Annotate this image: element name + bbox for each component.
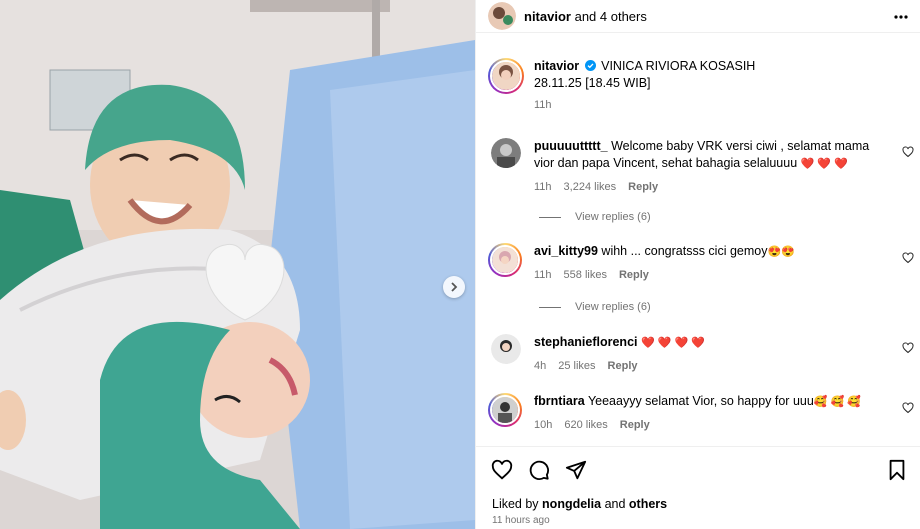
like-comment-heart-icon[interactable] bbox=[902, 402, 914, 414]
post-photo bbox=[0, 0, 475, 529]
caption-text-line2: 28.11.25 [18.45 WIB] bbox=[534, 76, 651, 90]
comment-likes[interactable]: 3,224 likes bbox=[564, 181, 617, 193]
comment-avatar[interactable] bbox=[488, 393, 522, 427]
comment-time: 11h bbox=[534, 181, 552, 193]
verified-badge-icon bbox=[584, 60, 596, 71]
comment-reply-button[interactable]: Reply bbox=[620, 419, 650, 431]
comment-username[interactable]: stephanieflorenci bbox=[534, 335, 638, 349]
save-bookmark-icon[interactable] bbox=[886, 459, 908, 481]
caption: nitavior VINICA RIVIORA KOSASIH 28.11.25… bbox=[488, 58, 908, 114]
comment-bubble-icon[interactable] bbox=[528, 459, 550, 481]
comment-emoji: ❤️ ❤️ ❤️ bbox=[800, 158, 848, 170]
comment-likes[interactable]: 620 likes bbox=[564, 419, 607, 431]
caption-avatar[interactable] bbox=[488, 58, 524, 94]
post-media[interactable] bbox=[0, 0, 475, 529]
view-replies-button[interactable]: View replies (6) bbox=[539, 211, 651, 223]
view-replies-label: View replies (6) bbox=[575, 301, 651, 313]
comment-username[interactable]: fbrntiara bbox=[534, 394, 585, 408]
comment-time: 10h bbox=[534, 419, 553, 431]
comment-reply-button[interactable]: Reply bbox=[628, 181, 658, 193]
more-options-icon[interactable] bbox=[893, 9, 909, 25]
share-paper-plane-icon[interactable] bbox=[565, 459, 587, 481]
author-avatar[interactable] bbox=[488, 2, 516, 30]
comment-item: puuuuuttttt_ Welcome baby VRK versi ciwi… bbox=[488, 138, 908, 196]
comment-time: 11h bbox=[534, 269, 552, 281]
header-collaborators[interactable]: and 4 others bbox=[575, 9, 647, 24]
comment-avatar[interactable] bbox=[491, 334, 521, 364]
comment-item: avi_kitty99 wihh ... congratsss cici gem… bbox=[488, 243, 908, 284]
post-actions: Liked by nongdelia and others 11 hours a… bbox=[476, 446, 920, 529]
like-comment-heart-icon[interactable] bbox=[902, 146, 914, 158]
comment-time: 4h bbox=[534, 360, 547, 372]
like-comment-heart-icon[interactable] bbox=[902, 342, 914, 354]
comment-emoji: ❤️ ❤️ ❤️ ❤️ bbox=[640, 337, 705, 349]
like-comment-heart-icon[interactable] bbox=[902, 252, 914, 264]
comment-username[interactable]: puuuuuttttt_ bbox=[534, 139, 608, 153]
caption-time: 11h bbox=[534, 99, 552, 111]
comment-emoji: 😍😍 bbox=[767, 246, 795, 258]
comment-reply-button[interactable]: Reply bbox=[619, 269, 649, 281]
post-header-title: nitavior and 4 others bbox=[524, 9, 647, 24]
comment-text: wihh ... congratsss cici gemoy bbox=[601, 244, 768, 258]
view-replies-button[interactable]: View replies (6) bbox=[539, 301, 651, 313]
comment-item: fbrntiara Yeeaayyy selamat Vior, so happ… bbox=[488, 393, 908, 434]
caption-username[interactable]: nitavior bbox=[534, 59, 579, 73]
comment-likes[interactable]: 558 likes bbox=[564, 269, 607, 281]
post-header: nitavior and 4 others bbox=[476, 0, 920, 33]
comment-emoji: 🥰 🥰 🥰 bbox=[813, 396, 861, 408]
comment-reply-button[interactable]: Reply bbox=[608, 360, 638, 372]
comment-avatar[interactable] bbox=[491, 138, 521, 168]
liked-by-user[interactable]: nongdelia bbox=[542, 497, 601, 511]
comment-text: Yeeaayyy selamat Vior, so happy for uuu bbox=[587, 394, 814, 408]
like-heart-icon[interactable] bbox=[491, 459, 513, 481]
chevron-right-icon bbox=[451, 282, 458, 292]
header-username[interactable]: nitavior bbox=[524, 9, 571, 24]
post-side-panel: nitavior and 4 others nitavior VINICA RI… bbox=[475, 0, 920, 529]
post-time-ago[interactable]: 11 hours ago bbox=[492, 515, 550, 526]
view-replies-label: View replies (6) bbox=[575, 211, 651, 223]
comment-likes[interactable]: 25 likes bbox=[558, 360, 595, 372]
comment-avatar[interactable] bbox=[488, 243, 522, 277]
caption-text-line1: VINICA RIVIORA KOSASIH bbox=[601, 59, 756, 73]
comment-item: stephanieflorenci ❤️ ❤️ ❤️ ❤️ 4h 25 likes… bbox=[488, 334, 908, 375]
liked-by-others[interactable]: others bbox=[629, 497, 667, 511]
next-image-button[interactable] bbox=[443, 276, 465, 298]
comment-username[interactable]: avi_kitty99 bbox=[534, 244, 598, 258]
liked-by-text: Liked by nongdelia and others bbox=[492, 497, 668, 511]
